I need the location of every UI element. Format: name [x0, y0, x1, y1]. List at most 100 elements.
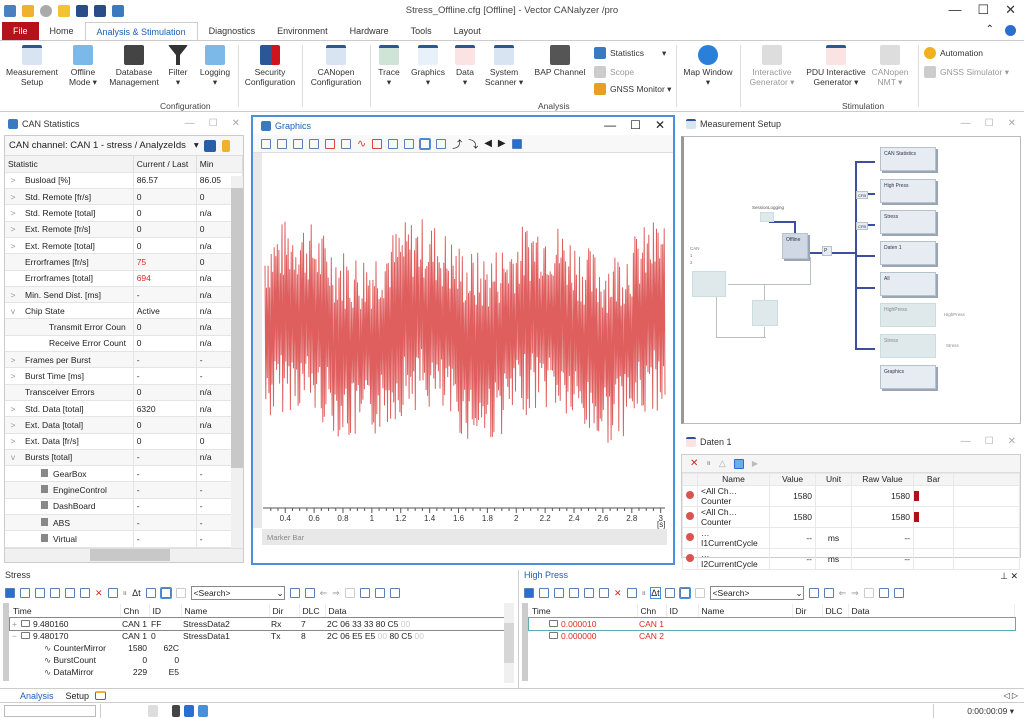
- column-header-name[interactable]: Name: [181, 604, 269, 618]
- graphics-plot[interactable]: 0.40.60.811.21.41.61.822.22.42.62.83 [s]…: [253, 153, 673, 545]
- statistics-row[interactable]: >Std. Remote [total] 0 n/a: [5, 205, 243, 221]
- block-daten-1[interactable]: Daten 1: [880, 241, 936, 265]
- column-header-value[interactable]: Value: [770, 474, 816, 486]
- canopen-configuration-button[interactable]: CANopen Configuration: [306, 41, 366, 87]
- info-icon[interactable]: [524, 588, 534, 598]
- column-header-current[interactable]: Current / Last: [133, 156, 196, 172]
- column-header-time[interactable]: Time: [529, 604, 637, 618]
- maximize-icon[interactable]: ☐: [630, 118, 641, 132]
- column-header-bar[interactable]: Bar: [914, 474, 954, 486]
- statistics-row[interactable]: >Min. Send Dist. [ms] - n/a: [5, 286, 243, 302]
- splitter-handle[interactable]: [522, 603, 528, 681]
- tab-diagnostics[interactable]: Diagnostics: [198, 22, 267, 40]
- column-header-id[interactable]: ID: [666, 604, 698, 618]
- column-header-name[interactable]: Name: [698, 474, 770, 486]
- pin-close-icons[interactable]: ⊥ ✕: [1000, 571, 1018, 582]
- maximize-icon[interactable]: ☐: [209, 118, 218, 129]
- measurement-setup-canvas[interactable]: CAN Statistics High Press Stress Daten 1…: [681, 136, 1021, 424]
- system-scanner-button[interactable]: System Scanner ▾: [482, 41, 526, 87]
- folder-icon[interactable]: [204, 140, 216, 152]
- statistics-row[interactable]: >Ext. Data [total] 0 n/a: [5, 417, 243, 433]
- offline-source-block[interactable]: Offline: [782, 233, 808, 259]
- database-management-button[interactable]: Database Management: [106, 41, 162, 87]
- marker-icon[interactable]: [372, 139, 382, 149]
- find-icon[interactable]: [80, 588, 90, 598]
- highpress-search-input[interactable]: <Search>⌄: [710, 586, 804, 600]
- expand-toggle[interactable]: >: [5, 371, 21, 381]
- block-high-press[interactable]: High Press: [880, 179, 936, 203]
- page-scroll-icons[interactable]: ◁ ▷: [1003, 691, 1018, 700]
- axis-icon[interactable]: [261, 139, 271, 149]
- pause-icon[interactable]: ⏸: [642, 588, 647, 599]
- fit-x-icon[interactable]: [293, 139, 303, 149]
- expand-toggle[interactable]: >: [5, 192, 21, 202]
- expand-toggle[interactable]: >: [5, 420, 21, 430]
- column-header-raw-value[interactable]: Raw Value: [852, 474, 914, 486]
- can-interface-block[interactable]: [692, 271, 726, 297]
- column-header-dir[interactable]: Dir: [792, 604, 822, 618]
- filter-view-icon[interactable]: [65, 588, 75, 598]
- block-highpress-logging[interactable]: HighPress: [880, 303, 936, 327]
- pause-icon[interactable]: ⏸: [123, 588, 128, 599]
- close-icon[interactable]: ✕: [1008, 436, 1016, 447]
- statistics-row[interactable]: ABS - -: [5, 515, 243, 531]
- trace-row[interactable]: 0.000000 CAN 2: [529, 630, 1015, 642]
- column-header-dlc[interactable]: DLC: [822, 604, 848, 618]
- column-header-min[interactable]: Min: [196, 156, 242, 172]
- tab-layout[interactable]: Layout: [443, 22, 492, 40]
- statistics-row[interactable]: Errorframes [fr/s] 75 0: [5, 254, 243, 270]
- data-button[interactable]: Data ▾: [452, 41, 478, 87]
- expand-toggle[interactable]: v: [5, 306, 21, 316]
- chronological-icon[interactable]: [680, 588, 690, 598]
- expand-toggle[interactable]: >: [5, 208, 21, 218]
- trace-button[interactable]: Trace ▾: [374, 41, 404, 87]
- detail-icon[interactable]: [35, 588, 45, 598]
- minimize-icon[interactable]: —: [604, 118, 616, 132]
- signal-row[interactable]: ∿ DataMirror 229 E5: [10, 666, 506, 678]
- measurement-setup-button[interactable]: Measurement Setup: [4, 41, 60, 87]
- statistics-row[interactable]: >Ext. Remote [total] 0 n/a: [5, 237, 243, 253]
- tab-file[interactable]: File: [2, 22, 39, 40]
- layout-icon[interactable]: [512, 139, 522, 149]
- arrow-left-icon[interactable]: ⇐: [320, 588, 328, 599]
- arrow-right-icon[interactable]: ⇒: [851, 588, 859, 599]
- columns-icon[interactable]: [390, 588, 400, 598]
- maximize-icon[interactable]: ☐: [985, 118, 994, 129]
- filter-button[interactable]: Filter ▾: [164, 41, 192, 87]
- play-icon[interactable]: ▶: [752, 459, 758, 468]
- maximize-button[interactable]: ☐: [977, 2, 989, 18]
- statistics-row[interactable]: vChip State Active n/a: [5, 303, 243, 319]
- info-icon[interactable]: [5, 588, 15, 598]
- zoom-region-icon[interactable]: [420, 139, 430, 149]
- scroll-icon[interactable]: [665, 588, 675, 598]
- column-header-name[interactable]: Name: [698, 604, 792, 618]
- statistics-row[interactable]: >Frames per Burst - -: [5, 352, 243, 368]
- search-next-icon[interactable]: [824, 588, 834, 598]
- search-prev-icon[interactable]: [290, 588, 300, 598]
- security-configuration-button[interactable]: Security Configuration: [242, 41, 298, 87]
- help-icon[interactable]: [1005, 25, 1016, 36]
- pause-icon[interactable]: ⏸: [706, 458, 711, 469]
- arrow-left-icon[interactable]: ⇐: [839, 588, 847, 599]
- daten-row[interactable]: …I2CurrentCycle -- ms --: [683, 548, 1020, 569]
- statistics-icon[interactable]: [20, 588, 30, 598]
- statistics-row[interactable]: >Burst Time [ms] - -: [5, 368, 243, 384]
- block-stress[interactable]: Stress: [880, 210, 936, 234]
- bap-channel-button[interactable]: BAP Channel: [532, 41, 588, 77]
- clear-all-icon[interactable]: [627, 588, 637, 598]
- tab-analysis[interactable]: Analysis: [0, 691, 60, 701]
- column-header-dlc[interactable]: DLC: [299, 604, 325, 618]
- expand-toggle[interactable]: >: [5, 175, 21, 185]
- session-logging-block[interactable]: [760, 212, 774, 222]
- expand-toggle[interactable]: >: [5, 404, 21, 414]
- line-type-icon[interactable]: ∿: [357, 137, 366, 150]
- expand-toggle[interactable]: >: [5, 290, 21, 300]
- column-header-unit[interactable]: Unit: [816, 474, 852, 486]
- marker-icon[interactable]: [864, 588, 874, 598]
- search-next-icon[interactable]: [305, 588, 315, 598]
- signal-row[interactable]: ∿ CounterMirror 1580 62C: [10, 642, 506, 654]
- calendar-status-icon[interactable]: [198, 705, 208, 717]
- column-header-statistic[interactable]: Statistic: [5, 156, 133, 172]
- trace-row[interactable]: +9.480160 CAN 1 FF StressData2 Rx 7 2C 0…: [10, 618, 506, 630]
- marker-icon[interactable]: [345, 588, 355, 598]
